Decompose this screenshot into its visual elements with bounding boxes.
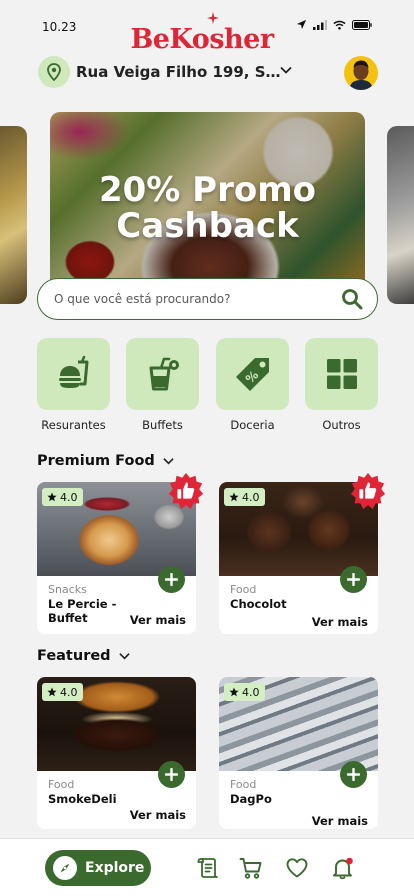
map-pin-icon bbox=[47, 63, 61, 81]
status-time: 10.23 bbox=[42, 20, 77, 34]
category-tile[interactable] bbox=[126, 338, 199, 410]
card-title: Chocolot bbox=[230, 597, 287, 611]
delivery-address[interactable]: Rua Veiga Filho 199, São P... bbox=[76, 63, 281, 81]
see-more-link[interactable]: Ver mais bbox=[130, 808, 186, 822]
category-label: Resurantes bbox=[41, 418, 106, 432]
category-list: Resurantes Buffets % Doceria Outros bbox=[37, 338, 378, 438]
premium-card-le-percie[interactable]: 4.0 Snacks Le Percie - Buffet Ver mais bbox=[37, 472, 204, 634]
rating-badge: 4.0 bbox=[224, 488, 265, 506]
premium-card-chocolot[interactable]: 4.0 Food Chocolot Ver mais bbox=[219, 472, 386, 634]
drink-icon bbox=[149, 357, 179, 391]
category-tile[interactable] bbox=[37, 338, 110, 410]
chevron-down-icon[interactable] bbox=[163, 457, 174, 465]
battery-icon bbox=[352, 19, 372, 30]
promo-carousel[interactable]: 20% Promo Cashback bbox=[0, 112, 414, 305]
carousel-prev-card[interactable] bbox=[0, 126, 27, 304]
star-icon bbox=[47, 492, 57, 502]
rating-badge: 4.0 bbox=[42, 488, 83, 506]
brand-logo-text: BeKosher bbox=[130, 24, 274, 55]
add-to-cart-button[interactable] bbox=[158, 566, 185, 593]
category-buffets[interactable]: Buffets bbox=[126, 338, 199, 432]
plus-icon bbox=[165, 768, 178, 781]
premium-section-title: Premium Food bbox=[37, 453, 155, 469]
bottom-nav: Explore bbox=[0, 838, 414, 896]
burger-drink-icon bbox=[58, 355, 88, 388]
see-more-link[interactable]: Ver mais bbox=[312, 814, 368, 828]
featured-section-title: Featured bbox=[37, 648, 111, 664]
card-category: Snacks bbox=[48, 583, 87, 596]
premium-section-header[interactable]: Premium Food bbox=[37, 453, 174, 469]
card-category: Food bbox=[230, 778, 257, 791]
category-label: Buffets bbox=[142, 418, 183, 432]
location-pin-button[interactable] bbox=[38, 56, 70, 88]
plus-icon bbox=[347, 573, 360, 586]
search-input[interactable] bbox=[54, 279, 324, 318]
card-category: Food bbox=[230, 583, 257, 596]
star-icon bbox=[47, 687, 57, 697]
tag-icon: % bbox=[235, 358, 269, 391]
sparkle-icon bbox=[207, 12, 219, 24]
wifi-icon bbox=[333, 20, 346, 30]
chevron-down-icon[interactable] bbox=[280, 66, 292, 74]
cart-icon[interactable] bbox=[239, 856, 263, 880]
category-tile[interactable]: % bbox=[216, 338, 289, 410]
rating-value: 4.0 bbox=[60, 685, 78, 699]
card-title: DagPo bbox=[230, 792, 272, 806]
avatar[interactable] bbox=[344, 56, 378, 90]
featured-section-header[interactable]: Featured bbox=[37, 648, 130, 664]
see-more-link[interactable]: Ver mais bbox=[312, 615, 368, 629]
rating-value: 4.0 bbox=[60, 490, 78, 504]
plus-icon bbox=[347, 768, 360, 781]
rating-value: 4.0 bbox=[242, 490, 260, 504]
plus-icon bbox=[165, 573, 178, 586]
category-tile[interactable] bbox=[305, 338, 378, 410]
category-restaurants[interactable]: Resurantes bbox=[37, 338, 110, 432]
notification-bell-icon[interactable] bbox=[331, 856, 355, 880]
rating-badge: 4.0 bbox=[224, 683, 265, 701]
star-icon bbox=[229, 687, 239, 697]
explore-button[interactable]: Explore bbox=[45, 850, 151, 886]
card-title: SmokeDeli bbox=[48, 792, 117, 806]
chevron-down-icon[interactable] bbox=[118, 652, 130, 660]
compass-icon bbox=[53, 856, 77, 880]
location-bar: Rua Veiga Filho 199, São P... bbox=[38, 56, 378, 90]
rating-badge: 4.0 bbox=[42, 683, 83, 701]
add-to-cart-button[interactable] bbox=[158, 761, 185, 788]
search-bar bbox=[37, 278, 378, 320]
promo-banner[interactable]: 20% Promo Cashback bbox=[50, 112, 365, 305]
category-label: Doceria bbox=[230, 418, 275, 432]
featured-card-smokedeli[interactable]: 4.0 Food SmokeDeli Ver mais bbox=[37, 677, 196, 829]
card-title: Le Percie - Buffet bbox=[48, 597, 117, 625]
search-icon[interactable] bbox=[341, 288, 363, 310]
add-to-cart-button[interactable] bbox=[340, 566, 367, 593]
carousel-next-card[interactable] bbox=[387, 126, 414, 304]
add-to-cart-button[interactable] bbox=[340, 761, 367, 788]
promo-banner-title: 20% Promo Cashback bbox=[50, 172, 365, 244]
category-others[interactable]: Outros bbox=[305, 338, 378, 432]
card-category: Food bbox=[48, 778, 75, 791]
thumbs-up-icon[interactable] bbox=[349, 472, 387, 510]
thumbs-up-icon[interactable] bbox=[167, 472, 205, 510]
category-label: Outros bbox=[322, 418, 361, 432]
heart-icon[interactable] bbox=[285, 856, 309, 880]
signal-icon bbox=[313, 19, 327, 30]
promo-line-1: 20% Promo bbox=[98, 170, 317, 210]
featured-card-dagpo[interactable]: 4.0 Food DagPo Ver mais bbox=[219, 677, 378, 829]
explore-label: Explore bbox=[85, 860, 145, 876]
menu-scroll-icon[interactable] bbox=[196, 856, 220, 880]
category-doceria[interactable]: % Doceria bbox=[216, 338, 289, 432]
status-icons bbox=[296, 19, 372, 30]
promo-line-2: Cashback bbox=[116, 206, 299, 246]
rating-value: 4.0 bbox=[242, 685, 260, 699]
see-more-link[interactable]: Ver mais bbox=[130, 613, 186, 627]
star-icon bbox=[229, 492, 239, 502]
user-photo-icon bbox=[346, 58, 376, 90]
location-arrow-icon bbox=[296, 19, 307, 30]
grid-icon bbox=[326, 359, 357, 389]
